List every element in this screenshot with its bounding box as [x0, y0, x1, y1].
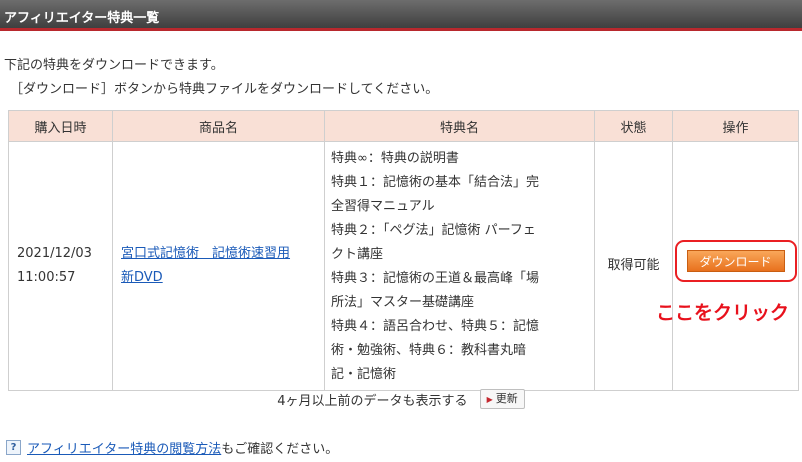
- product-cell: 宮口式記憶術 記憶術速習用 新DVD: [112, 141, 325, 391]
- help-link[interactable]: アフィリエイター特典の閲覧方法: [27, 442, 221, 457]
- older-data-row: 4ヶ月以上前のデータも表示する ▶ 更新: [0, 389, 802, 413]
- product-name-line-1: 宮口式記憶術 記憶術速習用: [121, 246, 291, 261]
- intro-text-1: 下記の特典をダウンロードできます。: [4, 58, 224, 73]
- bonus-line: 所法」マスター基礎講座: [331, 295, 475, 310]
- purchase-time: 11:00:57: [17, 270, 76, 285]
- bonus-table: 購入日時 商品名 特典名 状態 操作 2021/12/03 11:00:57 宮…: [8, 110, 799, 391]
- column-header-date: 購入日時: [8, 110, 113, 142]
- bonus-line: 特典１：記憶術の基本「結合法」完: [331, 175, 540, 190]
- refresh-label: 更新: [495, 392, 518, 405]
- product-link[interactable]: 宮口式記憶術 記憶術速習用 新DVD: [121, 242, 324, 290]
- help-icon: ?: [6, 440, 21, 455]
- bonus-line: 術・勉強術、特典６：教科書丸暗: [331, 343, 527, 358]
- section-header: アフィリエイター特典一覧: [0, 0, 802, 31]
- footer-help: ? アフィリエイター特典の閲覧方法もご確認ください。: [6, 438, 338, 457]
- purchase-date-cell: 2021/12/03 11:00:57: [8, 141, 113, 391]
- bonus-line: 特典２：「ペグ法」記憶術 パーフェ: [331, 223, 536, 238]
- action-cell: ダウンロード: [672, 141, 799, 391]
- column-header-action: 操作: [672, 110, 799, 142]
- status-cell: 取得可能: [594, 141, 673, 391]
- purchase-date: 2021/12/03: [17, 246, 92, 261]
- column-header-bonus: 特典名: [324, 110, 595, 142]
- column-header-status: 状態: [594, 110, 673, 142]
- bonus-line: 特典∞：特典の説明書: [331, 151, 459, 166]
- older-data-text: 4ヶ月以上前のデータも表示する: [277, 393, 468, 409]
- bonus-line: 全習得マニュアル: [331, 199, 435, 214]
- bonus-cell: 特典∞：特典の説明書 特典１：記憶術の基本「結合法」完 全習得マニュアル 特典２…: [324, 141, 595, 391]
- play-icon: ▶: [486, 395, 493, 404]
- intro-text-2: ［ダウンロード］ボタンから特典ファイルをダウンロードしてください。: [10, 82, 439, 97]
- highlight-circle: ダウンロード: [674, 239, 797, 282]
- table-row: 2021/12/03 11:00:57 宮口式記憶術 記憶術速習用 新DVD 特…: [8, 141, 799, 391]
- download-button[interactable]: ダウンロード: [686, 249, 785, 272]
- click-here-annotation: ここをクリック: [656, 302, 790, 324]
- refresh-button[interactable]: ▶ 更新: [479, 389, 525, 409]
- bonus-line: 記・記憶術: [331, 367, 397, 382]
- bonus-line: 特典３：記憶術の王道＆最高峰「場: [331, 271, 540, 286]
- column-header-product: 商品名: [112, 110, 325, 142]
- page-title: アフィリエイター特典一覧: [4, 11, 160, 26]
- table-header-row: 購入日時 商品名 特典名 状態 操作: [8, 110, 799, 142]
- help-text: もご確認ください。: [221, 442, 339, 457]
- bonus-line: 特典４：語呂合わせ、特典５：記憶: [331, 319, 540, 334]
- product-name-line-2: 新DVD: [121, 270, 163, 285]
- bonus-line: クト講座: [331, 247, 384, 262]
